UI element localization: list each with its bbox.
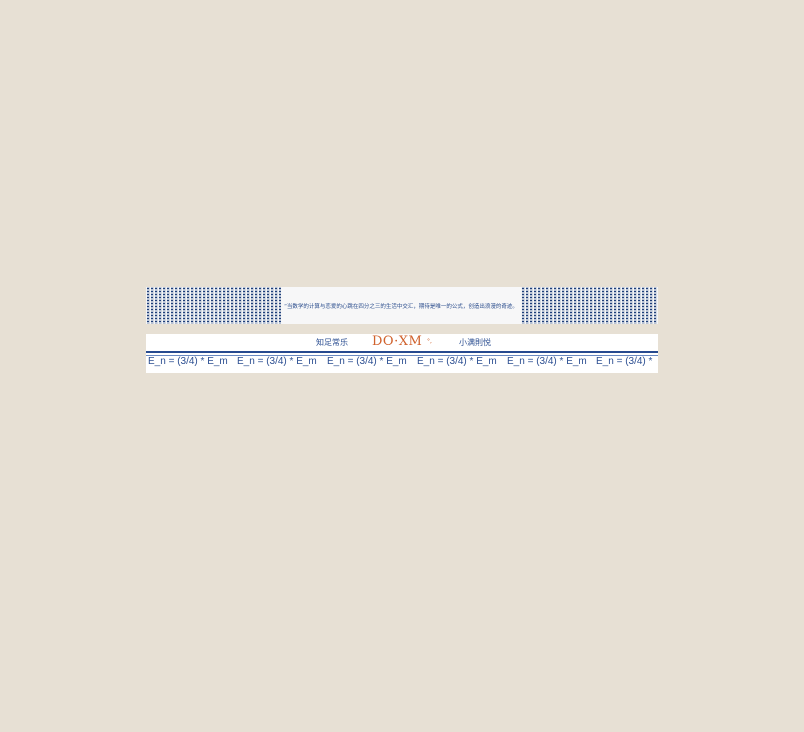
formula-strip: E_n = (3/4) * E_m E_n = (3/4) * E_m E_n … [146,356,658,373]
brand-card: 知足常乐 DO·XM °, 小满則悦 E_n = (3/4) * E_m E_n… [146,334,658,373]
formula-item: E_n = (3/4) * E_m [237,356,317,367]
formula-item: E_n = (3/4) * [596,356,653,367]
brand-header: 知足常乐 DO·XM °, 小满則悦 [146,334,658,351]
dot-pattern-right [521,287,658,324]
formula-item: E_n = (3/4) * E_m [417,356,497,367]
dot-pattern-left [146,287,281,324]
formula-item: E_n = (3/4) * E_m [327,356,407,367]
slogan-right: 小满則悦 [459,338,491,347]
divider-thick [146,351,658,353]
formula-item: E_n = (3/4) * E_m [148,356,228,367]
logo-mark: °, [427,338,432,345]
formula-item: E_n = (3/4) * E_m [507,356,587,367]
quote-text: “当数学的计算与恋爱的心跳在四分之三的生活中交汇，期待是唯一的公式，创造出浪漫的… [281,287,521,324]
brand-logo: DO·XM [372,334,423,349]
quote-banner: “当数学的计算与恋爱的心跳在四分之三的生活中交汇，期待是唯一的公式，创造出浪漫的… [146,287,658,324]
slogan-left: 知足常乐 [316,338,348,347]
